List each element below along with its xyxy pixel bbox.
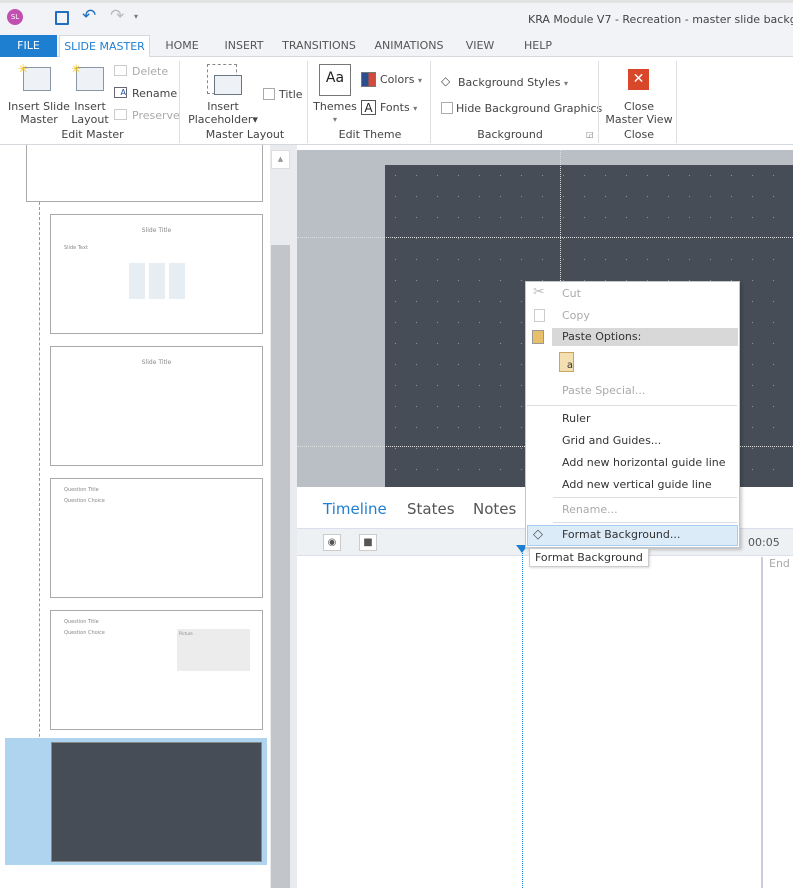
tab-animations[interactable]: ANIMATIONS bbox=[370, 35, 448, 57]
menu-header-paste-options: Paste Options: bbox=[562, 330, 642, 343]
close-master-icon: ✕ bbox=[628, 69, 649, 90]
menu-item-add-vertical-guide[interactable]: Add new vertical guide line bbox=[562, 475, 712, 495]
tooltip: Format Background bbox=[529, 548, 649, 567]
paint-bucket-icon: ◇ bbox=[441, 74, 451, 88]
menu-item-cut: Cut bbox=[562, 287, 581, 300]
user-avatar[interactable]: SL bbox=[7, 9, 23, 25]
group-separator bbox=[598, 61, 599, 143]
menu-item-add-horizontal-guide[interactable]: Add new horizontal guide line bbox=[562, 453, 726, 473]
insert-placeholder-button[interactable]: Insert Placeholder▾ bbox=[188, 100, 258, 126]
slide-thumbnail-panel: Slide Title Slide Text Slide Title Quest… bbox=[0, 145, 270, 888]
window-title: KRA Module V7 - Recreation - master slid… bbox=[528, 13, 793, 26]
fonts-icon: A bbox=[361, 100, 376, 115]
menu-item-copy: Copy bbox=[562, 309, 590, 322]
layout-thumbnail[interactable]: Question Title Question Choice Picture bbox=[50, 610, 263, 730]
paste-icon bbox=[532, 330, 544, 344]
picture-placeholder: Picture bbox=[177, 629, 250, 671]
scroll-up-button[interactable]: ▲ bbox=[271, 150, 290, 169]
tab-insert[interactable]: INSERT bbox=[218, 35, 270, 57]
paint-bucket-icon: ◇ bbox=[533, 527, 543, 542]
paste-keep-text-icon[interactable]: a bbox=[559, 352, 574, 372]
insert-layout-button[interactable]: Insert Layout bbox=[70, 100, 110, 126]
title-checkbox-label: Title bbox=[279, 88, 303, 101]
customize-qat-icon[interactable]: ▾ bbox=[134, 12, 138, 21]
guide-line bbox=[297, 237, 793, 238]
layout-thumbnail-selected[interactable] bbox=[51, 742, 262, 862]
group-label-edit-theme: Edit Theme bbox=[338, 128, 402, 141]
tab-states[interactable]: States bbox=[407, 500, 455, 518]
delete-icon bbox=[114, 65, 127, 76]
rename-icon: A bbox=[114, 87, 127, 98]
group-separator bbox=[307, 61, 308, 143]
layout-thumbnail[interactable]: Slide Title bbox=[50, 346, 263, 466]
layout-thumbnail[interactable]: Slide Title Slide Text bbox=[50, 214, 263, 334]
tab-timeline[interactable]: Timeline bbox=[323, 500, 387, 518]
menu-item-format-background[interactable]: Format Background... bbox=[562, 525, 680, 545]
ribbon: ✳ Insert Slide Master ✳ Insert Layout Dele… bbox=[0, 57, 793, 145]
tab-transitions[interactable]: TRANSITIONS bbox=[280, 35, 358, 57]
end-marker-line bbox=[761, 557, 763, 888]
colors-button[interactable]: Colors ▾ bbox=[380, 73, 422, 87]
dialog-launcher-icon[interactable]: ◲ bbox=[586, 130, 594, 139]
time-label: 00:05 bbox=[748, 536, 780, 549]
insert-layout-icon: ✳ bbox=[71, 62, 104, 91]
group-separator bbox=[179, 61, 180, 143]
insert-slide-master-icon: ✳ bbox=[18, 62, 51, 91]
hide-background-graphics-label: Hide Background Graphics bbox=[456, 102, 603, 115]
colors-icon bbox=[361, 72, 376, 87]
tab-home[interactable]: HOME bbox=[157, 35, 207, 57]
group-separator bbox=[676, 61, 677, 143]
tab-view[interactable]: VIEW bbox=[462, 35, 498, 57]
insert-placeholder-icon bbox=[207, 64, 242, 95]
menu-item-ruler[interactable]: Ruler bbox=[562, 409, 590, 429]
title-checkbox[interactable] bbox=[263, 88, 275, 100]
themes-button[interactable]: Themes ▾ bbox=[313, 100, 357, 126]
menu-item-paste-special: Paste Special... bbox=[562, 384, 646, 397]
layout-connector bbox=[39, 202, 40, 802]
end-label: End bbox=[769, 557, 790, 570]
redo-icon: ↷ bbox=[110, 6, 125, 26]
playhead-line bbox=[522, 553, 523, 888]
preserve-button: Preserve bbox=[132, 109, 180, 122]
rename-button[interactable]: Rename bbox=[132, 87, 177, 100]
close-master-view-button[interactable]: Close Master View bbox=[604, 100, 674, 126]
insert-slide-master-button[interactable]: Insert Slide Master bbox=[5, 100, 73, 126]
copy-icon bbox=[534, 309, 545, 322]
group-label-master-layout: Master Layout bbox=[205, 128, 285, 141]
undo-icon[interactable]: ↶ bbox=[82, 6, 96, 26]
save-icon[interactable] bbox=[55, 11, 69, 25]
context-menu: ✂ Cut Copy Paste Options: a Paste Specia… bbox=[525, 281, 740, 548]
scrollbar-thumb[interactable] bbox=[271, 245, 290, 888]
group-label-close: Close bbox=[624, 128, 654, 141]
tab-slide-master[interactable]: SLIDE MASTER bbox=[59, 35, 150, 58]
fonts-button[interactable]: Fonts ▾ bbox=[380, 101, 417, 115]
master-thumbnail[interactable] bbox=[26, 145, 263, 202]
layout-thumbnail[interactable]: Question Title Question Choice bbox=[50, 478, 263, 598]
group-label-background: Background bbox=[477, 128, 543, 141]
hide-background-graphics-checkbox[interactable] bbox=[441, 102, 453, 114]
ribbon-tabs: FILE SLIDE MASTER HOME INSERT TRANSITION… bbox=[0, 35, 793, 58]
background-styles-button[interactable]: Background Styles ▾ bbox=[458, 76, 568, 90]
tab-help[interactable]: HELP bbox=[520, 35, 556, 57]
lock-icon[interactable]: ■ bbox=[359, 534, 377, 551]
group-separator bbox=[430, 61, 431, 143]
thumbnail-scrollbar[interactable]: ▲ bbox=[270, 145, 291, 888]
menu-item-rename: Rename... bbox=[562, 503, 618, 516]
preserve-icon bbox=[114, 109, 127, 120]
themes-icon: Aa bbox=[319, 64, 351, 96]
tab-notes[interactable]: Notes bbox=[473, 500, 516, 518]
eye-icon[interactable]: ◉ bbox=[323, 534, 341, 551]
content-placeholder-icons bbox=[129, 263, 185, 299]
cut-icon: ✂ bbox=[533, 284, 545, 300]
menu-item-grid-and-guides[interactable]: Grid and Guides... bbox=[562, 431, 661, 451]
tab-file[interactable]: FILE bbox=[0, 35, 57, 57]
delete-button: Delete bbox=[132, 65, 169, 78]
group-label-edit-master: Edit Master bbox=[61, 128, 124, 141]
title-bar: SL ↶ ↷ ▾ KRA Module V7 - Recreation - ma… bbox=[0, 0, 793, 35]
